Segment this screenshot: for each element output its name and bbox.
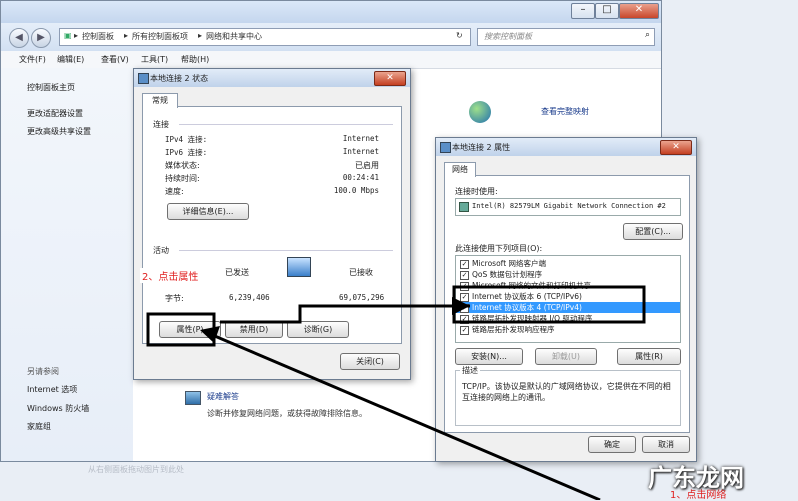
tab-network[interactable]: 网络 (444, 162, 476, 177)
arrow-line (209, 332, 601, 500)
arrow-head (452, 297, 470, 315)
annotation-step2: 2、点击属性 (140, 268, 201, 283)
tab-general[interactable]: 常规 (142, 93, 178, 108)
annotation-overlay (146, 285, 646, 500)
arrow-line (220, 304, 470, 324)
watermark-text: 广东龙网 (648, 464, 744, 492)
highlight-box-ipv4 (452, 285, 646, 324)
arrow-head (200, 326, 220, 343)
